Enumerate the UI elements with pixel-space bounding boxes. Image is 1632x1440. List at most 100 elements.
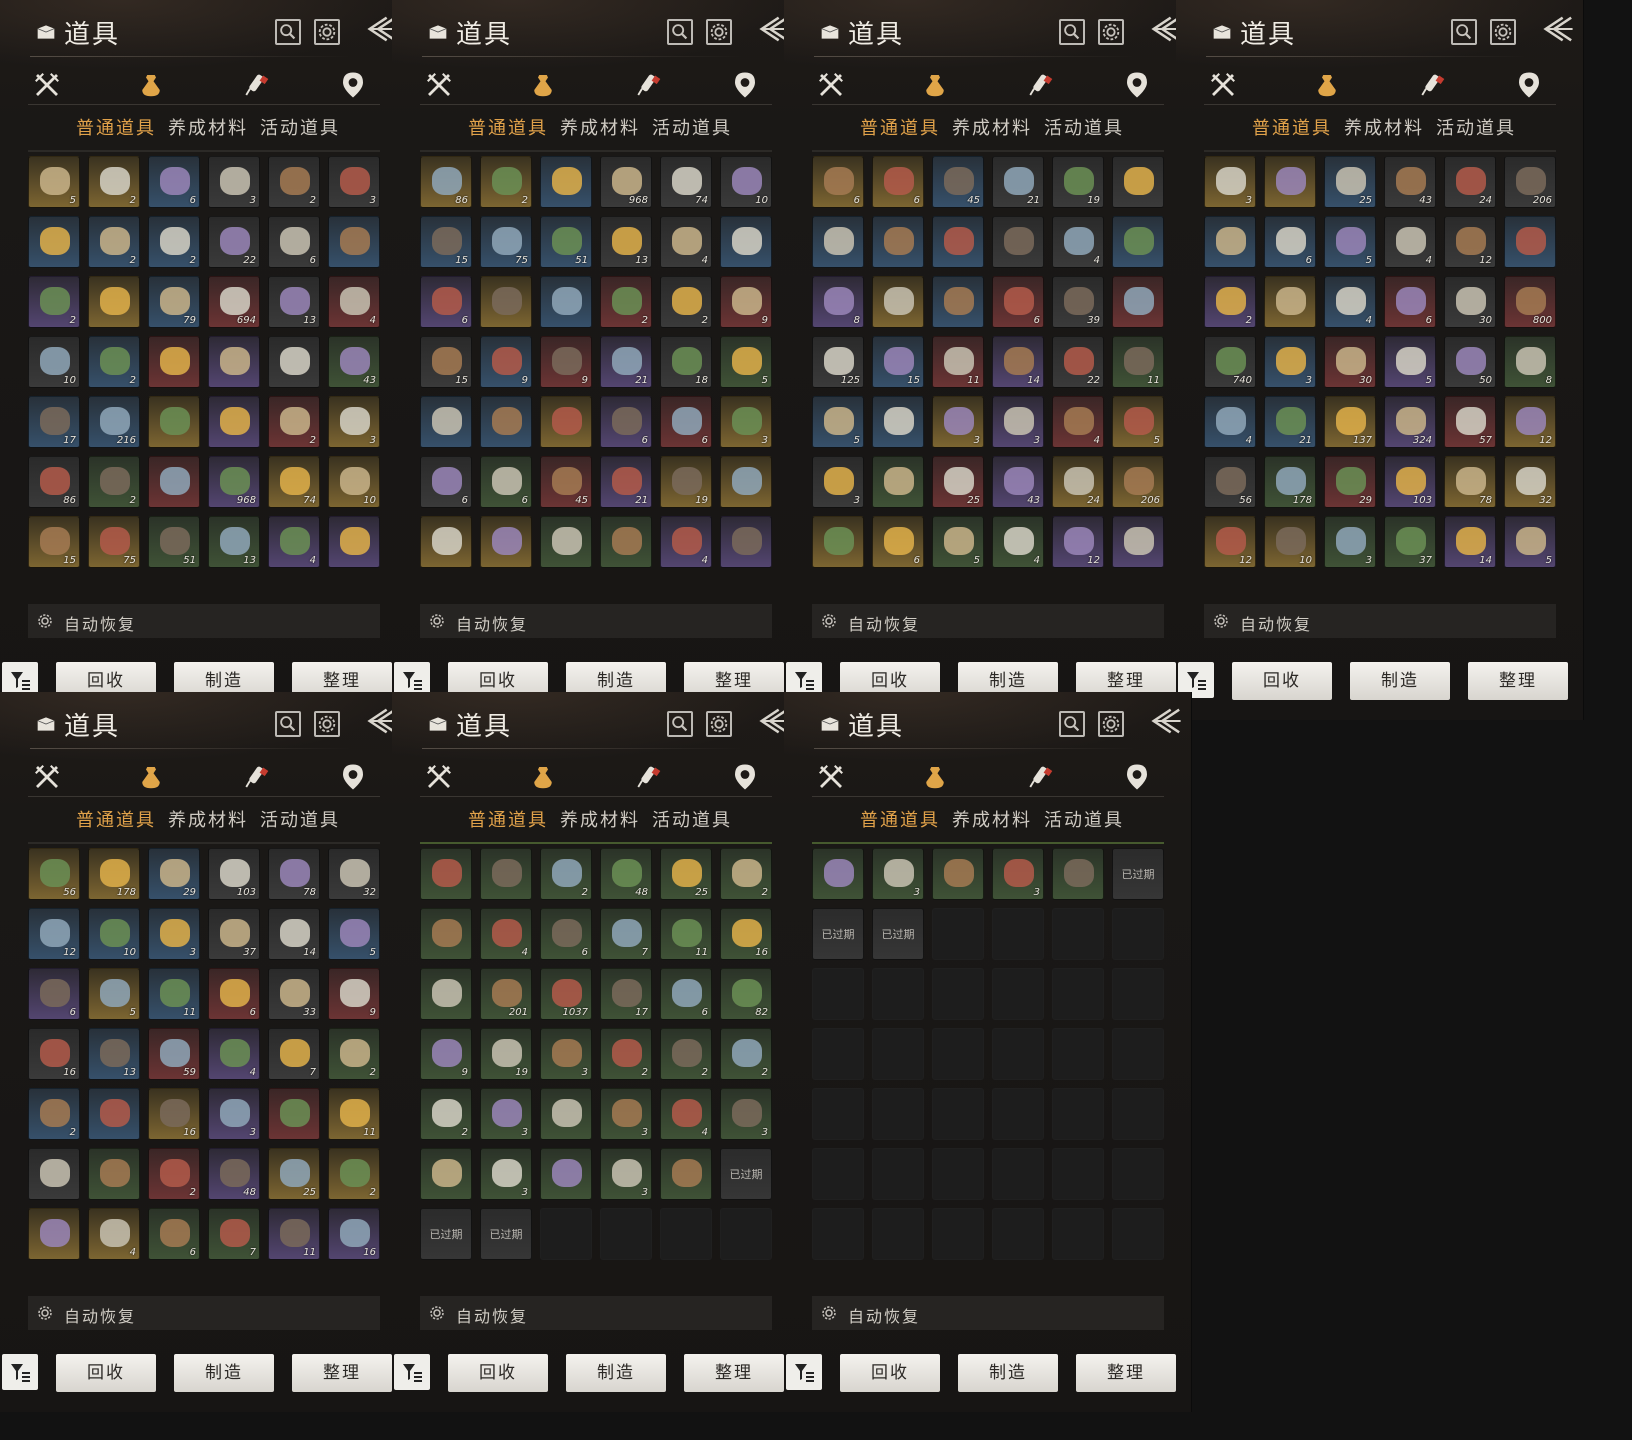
item-slot[interactable]: 32 bbox=[1504, 456, 1556, 508]
sort-button[interactable]: 整理 bbox=[684, 1354, 784, 1392]
item-slot[interactable]: 2 bbox=[88, 156, 140, 208]
filter-button[interactable] bbox=[786, 1354, 822, 1390]
item-slot[interactable]: 740 bbox=[1204, 336, 1256, 388]
item-slot[interactable]: 37 bbox=[1384, 516, 1436, 568]
sub-tab[interactable]: 活动道具 bbox=[1044, 114, 1124, 140]
item-slot[interactable] bbox=[28, 1208, 80, 1260]
item-slot[interactable]: 48 bbox=[600, 848, 652, 900]
category-tab[interactable] bbox=[424, 762, 460, 798]
item-slot[interactable]: 3 bbox=[328, 156, 380, 208]
item-slot[interactable]: 5 bbox=[1504, 516, 1556, 568]
category-tab[interactable] bbox=[32, 762, 68, 798]
category-tab[interactable] bbox=[632, 70, 668, 106]
item-slot[interactable] bbox=[932, 276, 984, 328]
filter-button[interactable] bbox=[2, 1354, 38, 1390]
item-slot[interactable] bbox=[932, 848, 984, 900]
auto-recover-toggle[interactable]: 自动恢复 bbox=[420, 604, 772, 638]
item-slot[interactable]: 2 bbox=[28, 276, 80, 328]
item-slot[interactable]: 22 bbox=[1052, 336, 1104, 388]
item-slot[interactable] bbox=[420, 848, 472, 900]
item-slot[interactable]: 11 bbox=[932, 336, 984, 388]
sort-button[interactable]: 整理 bbox=[292, 1354, 392, 1392]
item-slot[interactable] bbox=[720, 216, 772, 268]
item-slot[interactable]: 82 bbox=[720, 968, 772, 1020]
item-slot[interactable]: 21 bbox=[992, 156, 1044, 208]
category-tab[interactable] bbox=[920, 70, 956, 106]
item-slot[interactable]: 19 bbox=[660, 456, 712, 508]
item-slot[interactable] bbox=[812, 848, 864, 900]
item-slot[interactable]: 2 bbox=[600, 276, 652, 328]
item-slot[interactable]: 12 bbox=[1052, 516, 1104, 568]
item-slot[interactable] bbox=[148, 456, 200, 508]
item-slot[interactable] bbox=[720, 456, 772, 508]
item-slot[interactable]: 5 bbox=[1324, 216, 1376, 268]
category-tab[interactable] bbox=[136, 70, 172, 106]
item-slot[interactable]: 5 bbox=[328, 908, 380, 960]
category-tab[interactable] bbox=[338, 70, 374, 106]
item-slot[interactable]: 25 bbox=[1324, 156, 1376, 208]
item-slot[interactable]: 16 bbox=[148, 1088, 200, 1140]
item-slot[interactable] bbox=[932, 216, 984, 268]
item-slot[interactable]: 51 bbox=[148, 516, 200, 568]
item-slot[interactable]: 178 bbox=[1264, 456, 1316, 508]
item-slot[interactable]: 4 bbox=[268, 516, 320, 568]
item-slot[interactable]: 6 bbox=[660, 396, 712, 448]
filter-button[interactable] bbox=[394, 1354, 430, 1390]
item-slot[interactable] bbox=[540, 1148, 592, 1200]
settings-button[interactable] bbox=[1098, 711, 1124, 737]
item-slot[interactable]: 15 bbox=[28, 516, 80, 568]
item-slot[interactable] bbox=[540, 156, 592, 208]
item-slot[interactable]: 6 bbox=[268, 216, 320, 268]
search-button[interactable] bbox=[1059, 711, 1085, 737]
item-slot[interactable]: 2 bbox=[660, 276, 712, 328]
item-slot[interactable] bbox=[88, 276, 140, 328]
sub-tab[interactable]: 活动道具 bbox=[652, 114, 732, 140]
item-slot[interactable]: 14 bbox=[1444, 516, 1496, 568]
item-slot[interactable]: 178 bbox=[88, 848, 140, 900]
item-slot[interactable]: 5 bbox=[932, 516, 984, 568]
item-slot[interactable]: 2 bbox=[268, 396, 320, 448]
item-slot[interactable]: 2 bbox=[480, 156, 532, 208]
sub-tab[interactable]: 养成材料 bbox=[1344, 114, 1424, 140]
craft-button[interactable]: 制造 bbox=[958, 1354, 1058, 1392]
item-slot[interactable] bbox=[420, 396, 472, 448]
settings-button[interactable] bbox=[706, 19, 732, 45]
item-slot[interactable]: 6 bbox=[208, 968, 260, 1020]
item-slot[interactable]: 59 bbox=[148, 1028, 200, 1080]
item-slot[interactable]: 324 bbox=[1384, 396, 1436, 448]
item-slot[interactable]: 3 bbox=[720, 396, 772, 448]
category-tab[interactable] bbox=[730, 762, 766, 798]
category-tab[interactable] bbox=[1122, 70, 1158, 106]
sub-tab[interactable]: 普通道具 bbox=[860, 114, 940, 140]
auto-recover-toggle[interactable]: 自动恢复 bbox=[28, 604, 380, 638]
category-tab[interactable] bbox=[1312, 70, 1348, 106]
item-slot[interactable]: 6 bbox=[28, 968, 80, 1020]
item-slot[interactable]: 4 bbox=[1052, 396, 1104, 448]
item-slot[interactable] bbox=[148, 336, 200, 388]
item-slot[interactable]: 6 bbox=[600, 396, 652, 448]
item-slot[interactable]: 4 bbox=[660, 216, 712, 268]
sub-tab[interactable]: 活动道具 bbox=[652, 806, 732, 832]
item-slot[interactable]: 43 bbox=[328, 336, 380, 388]
item-slot[interactable] bbox=[872, 276, 924, 328]
category-tab[interactable] bbox=[632, 762, 668, 798]
item-slot[interactable] bbox=[720, 516, 772, 568]
item-slot[interactable]: 2 bbox=[420, 1088, 472, 1140]
item-slot[interactable]: 19 bbox=[480, 1028, 532, 1080]
item-slot[interactable] bbox=[148, 396, 200, 448]
item-slot[interactable]: 2 bbox=[540, 848, 592, 900]
item-slot[interactable]: 6 bbox=[148, 156, 200, 208]
recycle-button[interactable]: 回收 bbox=[840, 1354, 940, 1392]
item-slot[interactable] bbox=[268, 1088, 320, 1140]
sub-tab[interactable]: 普通道具 bbox=[468, 806, 548, 832]
item-slot[interactable]: 3 bbox=[480, 1148, 532, 1200]
item-slot[interactable]: 33 bbox=[268, 968, 320, 1020]
item-slot[interactable] bbox=[660, 1148, 712, 1200]
item-slot[interactable]: 968 bbox=[208, 456, 260, 508]
item-slot[interactable]: 2 bbox=[88, 216, 140, 268]
item-slot[interactable]: 3 bbox=[540, 1028, 592, 1080]
item-slot[interactable] bbox=[1112, 276, 1164, 328]
item-slot[interactable]: 24 bbox=[1444, 156, 1496, 208]
item-slot[interactable]: 43 bbox=[1384, 156, 1436, 208]
category-tab[interactable] bbox=[816, 762, 852, 798]
